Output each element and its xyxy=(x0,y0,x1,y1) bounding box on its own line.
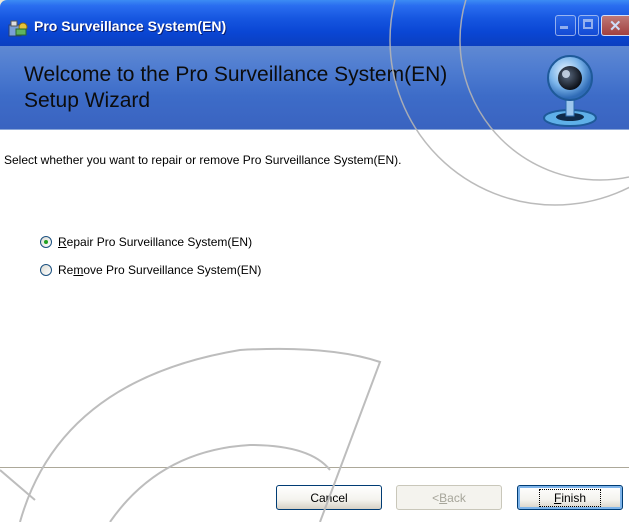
minimize-button[interactable] xyxy=(555,15,576,36)
minimize-icon xyxy=(560,26,568,29)
window-title: Pro Surveillance System(EN) xyxy=(34,18,227,34)
instruction-text: Select whether you want to repair or rem… xyxy=(4,153,402,167)
back-rest: ack xyxy=(447,490,466,505)
remove-label[interactable]: Remove Pro Surveillance System(EN) xyxy=(58,263,261,277)
installer-app-icon xyxy=(8,20,28,37)
finish-button[interactable]: Finish xyxy=(517,485,623,510)
close-icon: ✕ xyxy=(609,18,622,35)
back-button[interactable]: < Back xyxy=(396,485,502,510)
title-bar[interactable]: Pro Surveillance System(EN) ✕ xyxy=(0,0,629,46)
wizard-heading: Welcome to the Pro Surveillance System(E… xyxy=(24,62,494,114)
footer-divider-highlight xyxy=(0,468,629,469)
cancel-button[interactable]: Cancel xyxy=(276,485,382,510)
remove-mnemonic: m xyxy=(73,263,84,277)
maximize-icon xyxy=(583,19,593,29)
repair-option[interactable]: Repair Pro Surveillance System(EN) xyxy=(40,233,252,251)
maximize-button[interactable] xyxy=(578,15,599,36)
remove-option[interactable]: Remove Pro Surveillance System(EN) xyxy=(40,261,261,279)
repair-label-rest: epair Pro Surveillance System(EN) xyxy=(66,235,253,249)
back-mnemonic: B xyxy=(439,490,448,505)
finish-focus-rect: Finish xyxy=(538,488,602,507)
remove-label-prefix: Re xyxy=(58,263,74,277)
back-prefix: < xyxy=(432,490,440,505)
remove-radio[interactable] xyxy=(40,264,52,276)
repair-mnemonic: R xyxy=(58,235,67,249)
wizard-heading-line2: Setup Wizard xyxy=(24,89,151,112)
wizard-heading-line1: Welcome to the Pro Surveillance System(E… xyxy=(24,63,448,86)
close-button[interactable]: ✕ xyxy=(601,15,629,36)
wizard-content xyxy=(0,130,629,522)
repair-radio[interactable] xyxy=(40,236,52,248)
finish-rest: inish xyxy=(561,490,587,505)
remove-label-rest: ove Pro Surveillance System(EN) xyxy=(83,263,262,277)
installer-window: Pro Surveillance System(EN) ✕ Welcome to… xyxy=(0,0,629,522)
webcam-logo-icon xyxy=(543,55,597,127)
repair-label[interactable]: Repair Pro Surveillance System(EN) xyxy=(58,235,252,249)
